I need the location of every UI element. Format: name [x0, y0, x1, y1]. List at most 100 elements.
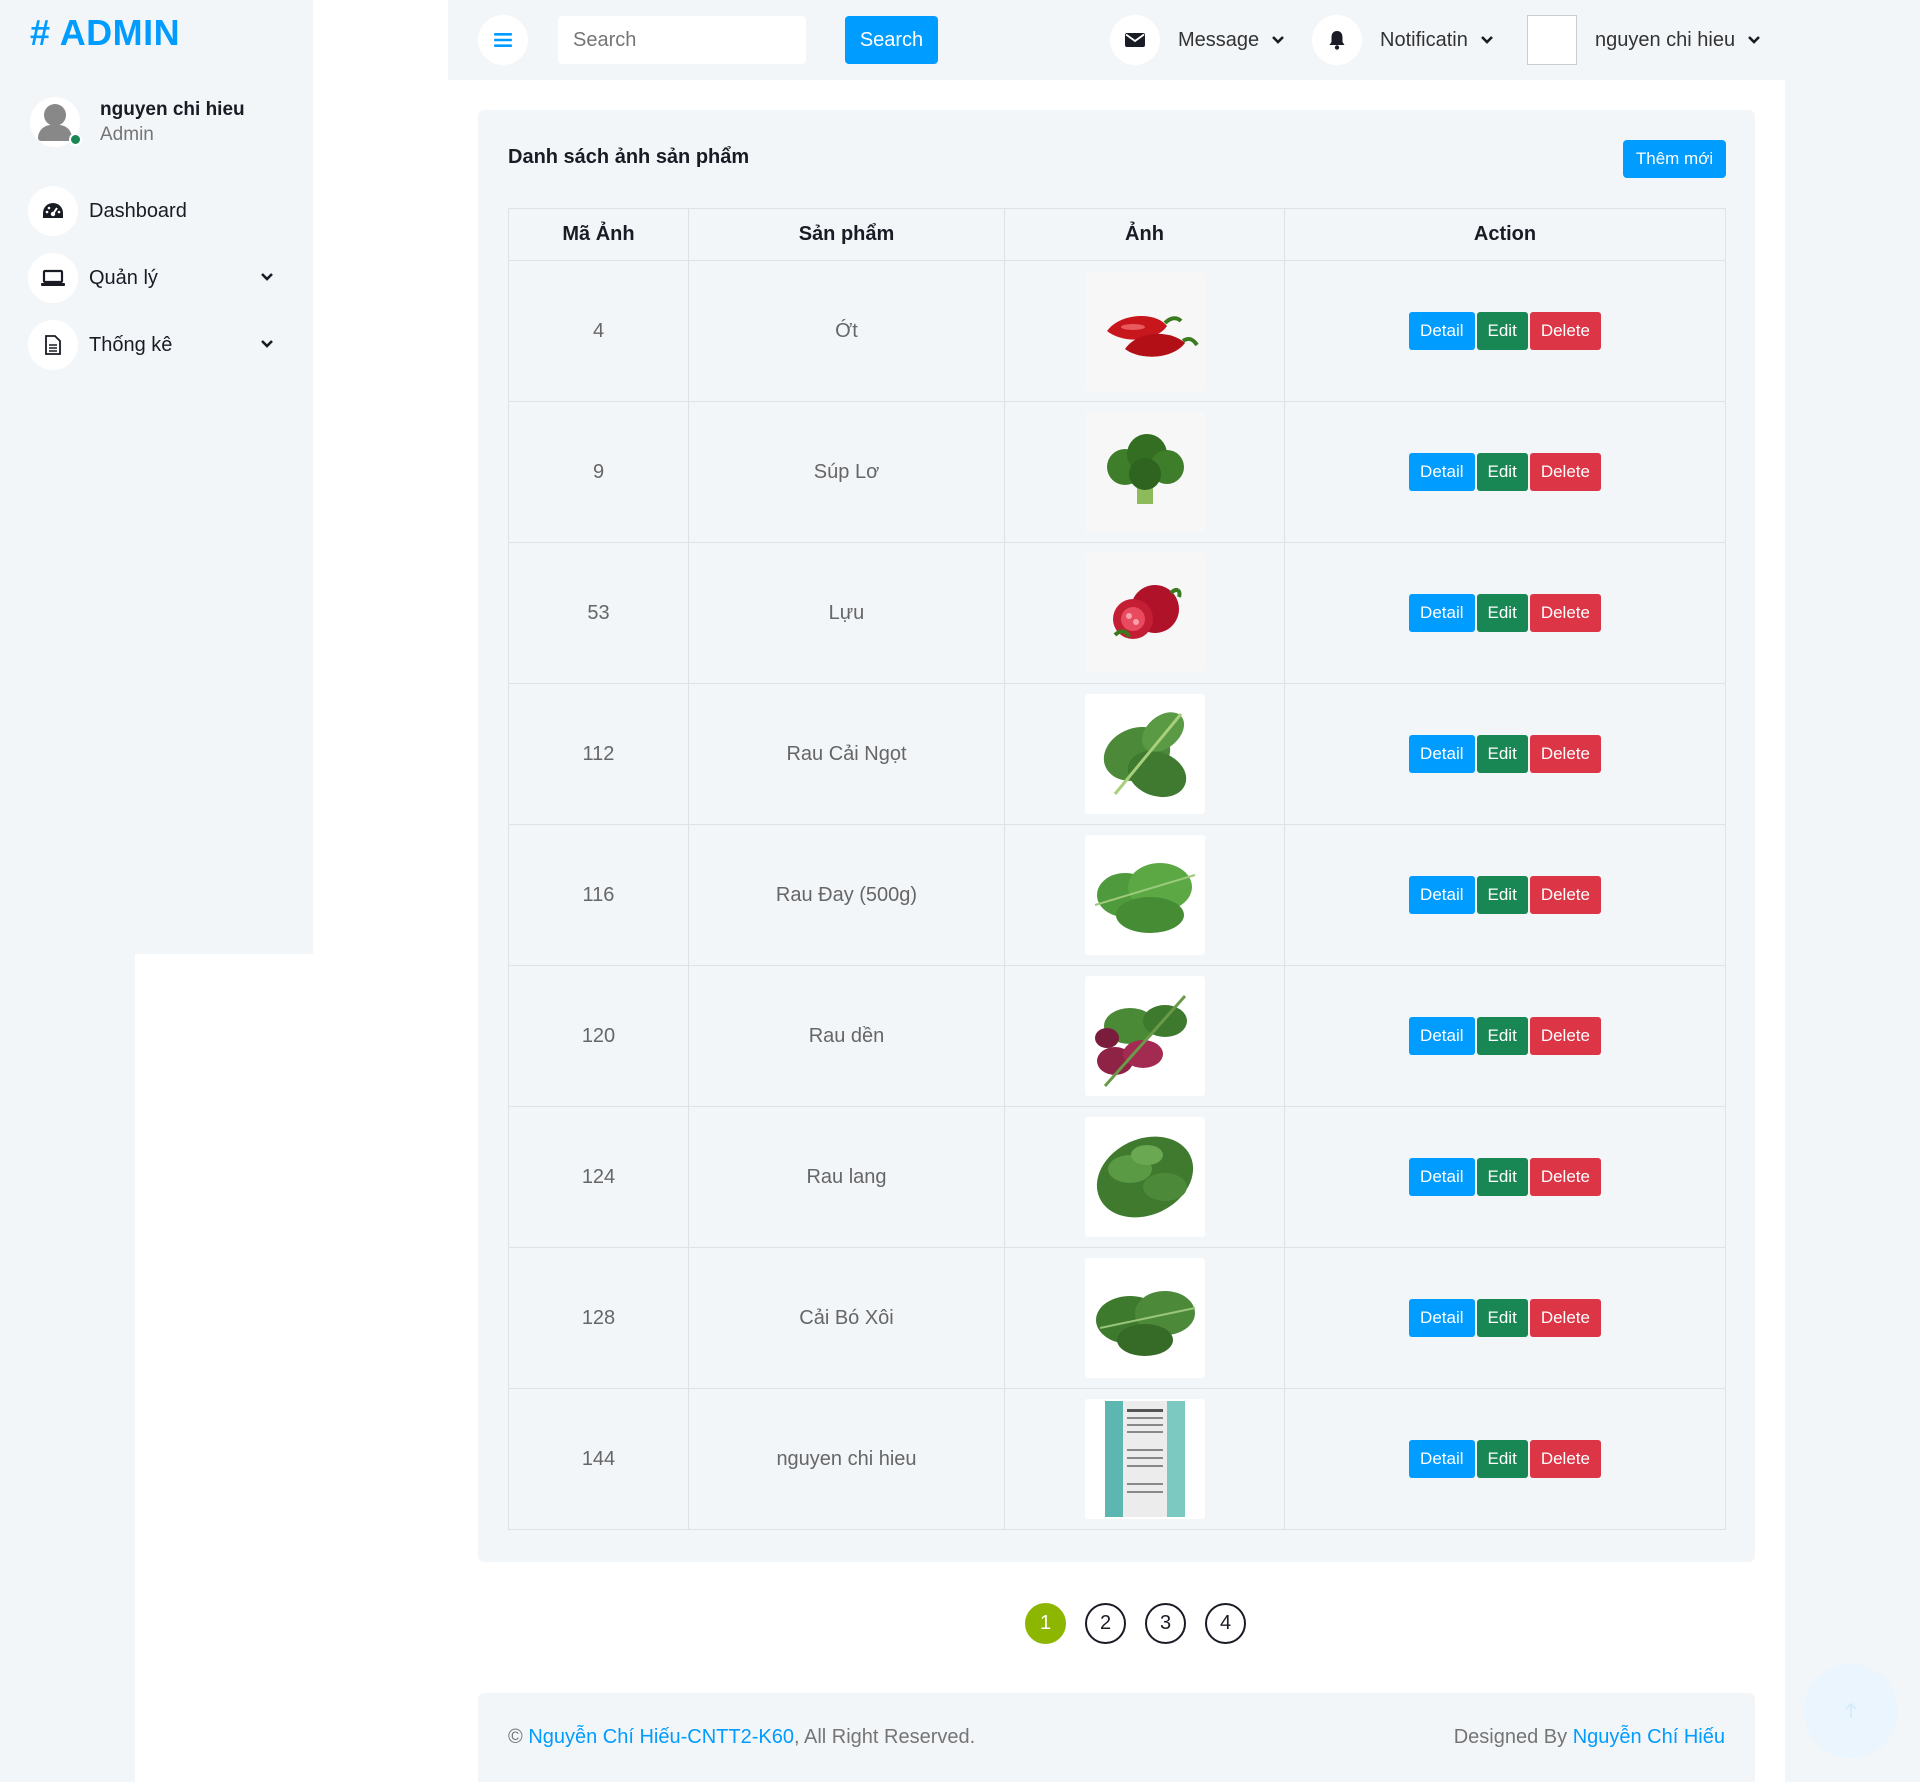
- sidebar-user: nguyen chi hieu Admin: [30, 97, 245, 147]
- chevron-down-icon: [260, 269, 274, 287]
- page-title: Danh sách ảnh sản phẩm: [508, 146, 750, 168]
- chevron-down-icon: [1272, 36, 1285, 44]
- user-name: nguyen chi hieu: [100, 98, 245, 120]
- action-cell: Detail Edit Delete: [1284, 542, 1726, 684]
- product-name-cell: Rau dền: [688, 965, 1005, 1107]
- copyright-symbol: ©: [508, 1726, 523, 1748]
- action-cell: Detail Edit Delete: [1284, 1388, 1726, 1530]
- table-header-row: Mã Ảnh Sản phẩm Ảnh Action: [508, 208, 1726, 261]
- sidebar: # ADMIN nguyen chi hieu Admin Dashboard …: [0, 0, 313, 954]
- column-header: Ảnh: [1004, 208, 1285, 261]
- image-cell: [1004, 401, 1285, 543]
- product-thumbnail: [1084, 271, 1205, 391]
- image-id-cell: 53: [508, 542, 689, 684]
- detail-button[interactable]: Detail: [1409, 594, 1475, 632]
- message-label: Message: [1178, 28, 1260, 51]
- delete-button[interactable]: Delete: [1529, 594, 1601, 632]
- image-cell: [1004, 824, 1285, 966]
- detail-button[interactable]: Detail: [1409, 312, 1475, 350]
- profile-dropdown[interactable]: nguyen chi hieu: [1527, 15, 1761, 65]
- image-id-cell: 4: [508, 260, 689, 402]
- image-id-cell: 128: [508, 1247, 689, 1389]
- page-link-1[interactable]: 1: [1025, 1603, 1066, 1644]
- sidebar-item-dashboard[interactable]: Dashboard: [28, 186, 278, 236]
- product-thumbnail: [1084, 412, 1205, 532]
- column-header: Action: [1284, 208, 1726, 261]
- edit-button[interactable]: Edit: [1476, 876, 1528, 914]
- page-link-4[interactable]: 4: [1205, 1603, 1246, 1644]
- edit-button[interactable]: Edit: [1476, 1299, 1528, 1337]
- table-row: 120 Rau dền Detail Edit Delete: [508, 965, 1726, 1107]
- message-dropdown[interactable]: Message: [1110, 15, 1285, 65]
- delete-button[interactable]: Delete: [1529, 1440, 1601, 1478]
- footer: © Nguyễn Chí Hiếu-CNTT2-K60, All Right R…: [478, 1693, 1755, 1782]
- delete-button[interactable]: Delete: [1529, 312, 1601, 350]
- search-button[interactable]: Search: [845, 16, 938, 64]
- detail-button[interactable]: Detail: [1409, 1440, 1475, 1478]
- detail-button[interactable]: Detail: [1409, 1017, 1475, 1055]
- product-thumbnail: [1084, 1399, 1205, 1519]
- search-input[interactable]: [558, 16, 806, 64]
- product-name-cell: Rau Đay (500g): [688, 824, 1005, 966]
- laptop-icon: [28, 253, 78, 303]
- delete-button[interactable]: Delete: [1529, 735, 1601, 773]
- edit-button[interactable]: Edit: [1476, 1440, 1528, 1478]
- table-row: 9 Súp Lơ Detail Edit Delete: [508, 401, 1726, 543]
- sidebar-toggle-button[interactable]: [478, 15, 528, 65]
- image-cell: [1004, 1106, 1285, 1248]
- image-id-cell: 112: [508, 683, 689, 825]
- brand-logo[interactable]: # ADMIN: [30, 12, 180, 54]
- delete-button[interactable]: Delete: [1529, 876, 1601, 914]
- sidebar-bottom-fill: [135, 954, 313, 1782]
- bars-icon: [494, 33, 512, 47]
- edit-button[interactable]: Edit: [1476, 453, 1528, 491]
- user-role: Admin: [100, 123, 154, 145]
- delete-button[interactable]: Delete: [1529, 1299, 1601, 1337]
- detail-button[interactable]: Detail: [1409, 453, 1475, 491]
- edit-button[interactable]: Edit: [1476, 594, 1528, 632]
- sidebar-item-quan-ly[interactable]: Quản lý: [28, 253, 278, 303]
- pagination: 1 2 3 4: [1025, 1603, 1265, 1644]
- product-name-cell: Lựu: [688, 542, 1005, 684]
- image-cell: [1004, 260, 1285, 402]
- product-thumbnail: [1084, 694, 1205, 814]
- action-cell: Detail Edit Delete: [1284, 1106, 1726, 1248]
- table-row: 53 Lựu Detail Edit Delete: [508, 542, 1726, 684]
- image-cell: [1004, 1247, 1285, 1389]
- delete-button[interactable]: Delete: [1529, 453, 1601, 491]
- add-new-button[interactable]: Thêm mới: [1623, 140, 1726, 178]
- bell-icon: [1312, 15, 1362, 65]
- product-thumbnail: [1084, 553, 1205, 673]
- product-name-cell: Súp Lơ: [688, 401, 1005, 543]
- tachometer-icon: [28, 186, 78, 236]
- detail-button[interactable]: Detail: [1409, 1158, 1475, 1196]
- owner-link[interactable]: Nguyễn Chí Hiếu-CNTT2-K60: [528, 1726, 794, 1748]
- edit-button[interactable]: Edit: [1476, 1017, 1528, 1055]
- back-to-top-button[interactable]: [1804, 1664, 1898, 1758]
- table-row: 124 Rau lang Detail Edit Delete: [508, 1106, 1726, 1248]
- notification-dropdown[interactable]: Notificatin: [1312, 15, 1494, 65]
- column-header: Mã Ảnh: [508, 208, 689, 261]
- sidebar-item-label: Dashboard: [89, 199, 187, 222]
- detail-button[interactable]: Detail: [1409, 876, 1475, 914]
- image-id-cell: 120: [508, 965, 689, 1107]
- image-id-cell: 9: [508, 401, 689, 543]
- action-cell: Detail Edit Delete: [1284, 1247, 1726, 1389]
- edit-button[interactable]: Edit: [1476, 1158, 1528, 1196]
- detail-button[interactable]: Detail: [1409, 1299, 1475, 1337]
- page-link-3[interactable]: 3: [1145, 1603, 1186, 1644]
- page-link-2[interactable]: 2: [1085, 1603, 1126, 1644]
- image-id-cell: 116: [508, 824, 689, 966]
- file-icon: [28, 320, 78, 370]
- designer-link[interactable]: Nguyễn Chí Hiếu: [1573, 1726, 1725, 1748]
- edit-button[interactable]: Edit: [1476, 312, 1528, 350]
- delete-button[interactable]: Delete: [1529, 1158, 1601, 1196]
- rights-text: , All Right Reserved.: [793, 1726, 976, 1748]
- edit-button[interactable]: Edit: [1476, 735, 1528, 773]
- delete-button[interactable]: Delete: [1529, 1017, 1601, 1055]
- sidebar-item-thong-ke[interactable]: Thống kê: [28, 320, 278, 370]
- product-name-cell: Rau lang: [688, 1106, 1005, 1248]
- column-header: Sản phẩm: [688, 208, 1005, 261]
- action-cell: Detail Edit Delete: [1284, 965, 1726, 1107]
- detail-button[interactable]: Detail: [1409, 735, 1475, 773]
